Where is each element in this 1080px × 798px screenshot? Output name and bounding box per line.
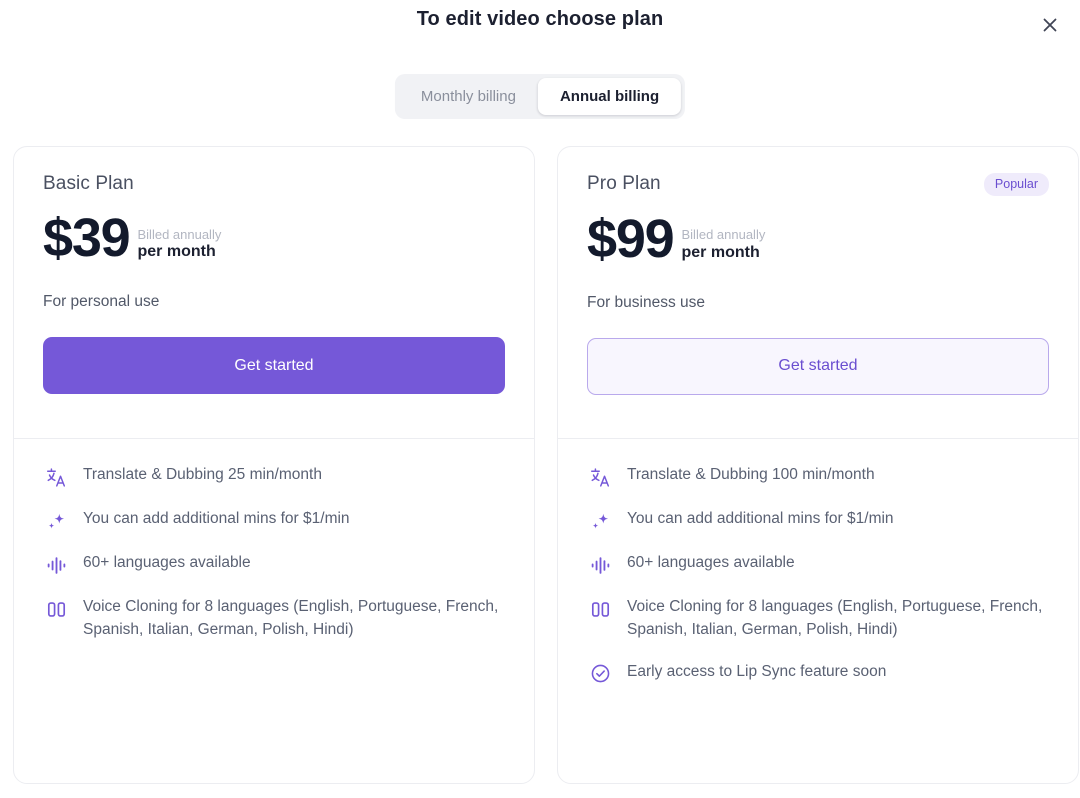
- feature-text: 60+ languages available: [627, 552, 795, 575]
- voice-clone-icon: [587, 597, 613, 621]
- page-title: To edit video choose plan: [0, 8, 1080, 31]
- plan-usage-pro: For business use: [587, 294, 1049, 312]
- waveform-icon: [587, 553, 613, 577]
- list-item: 60+ languages available: [43, 552, 505, 577]
- toggle-option-annual[interactable]: Annual billing: [538, 78, 681, 115]
- plan-card-basic: Basic Plan $39 Billed annually per month…: [13, 146, 535, 784]
- price-row-basic: $39 Billed annually per month: [43, 213, 505, 264]
- price-billed-note-pro: Billed annually: [682, 227, 766, 242]
- feature-text: Translate & Dubbing 25 min/month: [83, 464, 322, 487]
- plans-container: Basic Plan $39 Billed annually per month…: [13, 146, 1079, 784]
- plan-name-pro: Pro Plan: [587, 173, 661, 195]
- toggle-option-monthly[interactable]: Monthly billing: [399, 78, 538, 115]
- list-item: Voice Cloning for 8 languages (English, …: [43, 596, 505, 642]
- price-meta-basic: Billed annually per month: [138, 227, 222, 265]
- list-item: Voice Cloning for 8 languages (English, …: [587, 596, 1049, 642]
- price-amount-basic: $39: [43, 213, 130, 264]
- list-item: Translate & Dubbing 25 min/month: [43, 464, 505, 489]
- feature-text: You can add additional mins for $1/min: [627, 508, 894, 531]
- features-list-pro: Translate & Dubbing 100 min/month You ca…: [558, 439, 1078, 686]
- sparkles-icon: [43, 509, 69, 533]
- plan-usage-basic: For personal use: [43, 293, 505, 311]
- sparkles-icon: [587, 509, 613, 533]
- price-meta-pro: Billed annually per month: [682, 227, 766, 265]
- feature-text: Early access to Lip Sync feature soon: [627, 661, 886, 684]
- list-item: 60+ languages available: [587, 552, 1049, 577]
- price-period-basic: per month: [138, 242, 222, 261]
- price-row-pro: $99 Billed annually per month: [587, 214, 1049, 265]
- list-item: Translate & Dubbing 100 min/month: [587, 464, 1049, 489]
- translate-icon: [587, 465, 613, 489]
- price-period-pro: per month: [682, 243, 766, 262]
- plan-header-pro: Pro Plan Popular $99 Billed annually per…: [558, 147, 1078, 438]
- feature-text: You can add additional mins for $1/min: [83, 508, 350, 531]
- plan-header-basic: Basic Plan $39 Billed annually per month…: [14, 147, 534, 438]
- plan-card-pro: Pro Plan Popular $99 Billed annually per…: [557, 146, 1079, 784]
- status-badge: Popular: [984, 173, 1049, 196]
- close-button[interactable]: [1034, 9, 1066, 41]
- get-started-button-basic[interactable]: Get started: [43, 337, 505, 394]
- close-icon: [1040, 15, 1060, 35]
- feature-text: 60+ languages available: [83, 552, 251, 575]
- feature-text: Voice Cloning for 8 languages (English, …: [83, 596, 503, 642]
- feature-text: Voice Cloning for 8 languages (English, …: [627, 596, 1047, 642]
- plan-name-row-basic: Basic Plan: [43, 173, 505, 195]
- feature-text: Translate & Dubbing 100 min/month: [627, 464, 875, 487]
- list-item: Early access to Lip Sync feature soon: [587, 661, 1049, 686]
- voice-clone-icon: [43, 597, 69, 621]
- get-started-button-pro[interactable]: Get started: [587, 338, 1049, 395]
- price-billed-note-basic: Billed annually: [138, 227, 222, 242]
- translate-icon: [43, 465, 69, 489]
- waveform-icon: [43, 553, 69, 577]
- plan-name-row-pro: Pro Plan Popular: [587, 173, 1049, 196]
- check-circle-icon: [587, 662, 613, 686]
- features-list-basic: Translate & Dubbing 25 min/month You can…: [14, 439, 534, 642]
- plan-name-basic: Basic Plan: [43, 173, 134, 195]
- list-item: You can add additional mins for $1/min: [587, 508, 1049, 533]
- billing-period-toggle[interactable]: Monthly billing Annual billing: [395, 74, 685, 119]
- price-amount-pro: $99: [587, 214, 674, 265]
- pricing-modal: To edit video choose plan Monthly billin…: [0, 0, 1080, 798]
- list-item: You can add additional mins for $1/min: [43, 508, 505, 533]
